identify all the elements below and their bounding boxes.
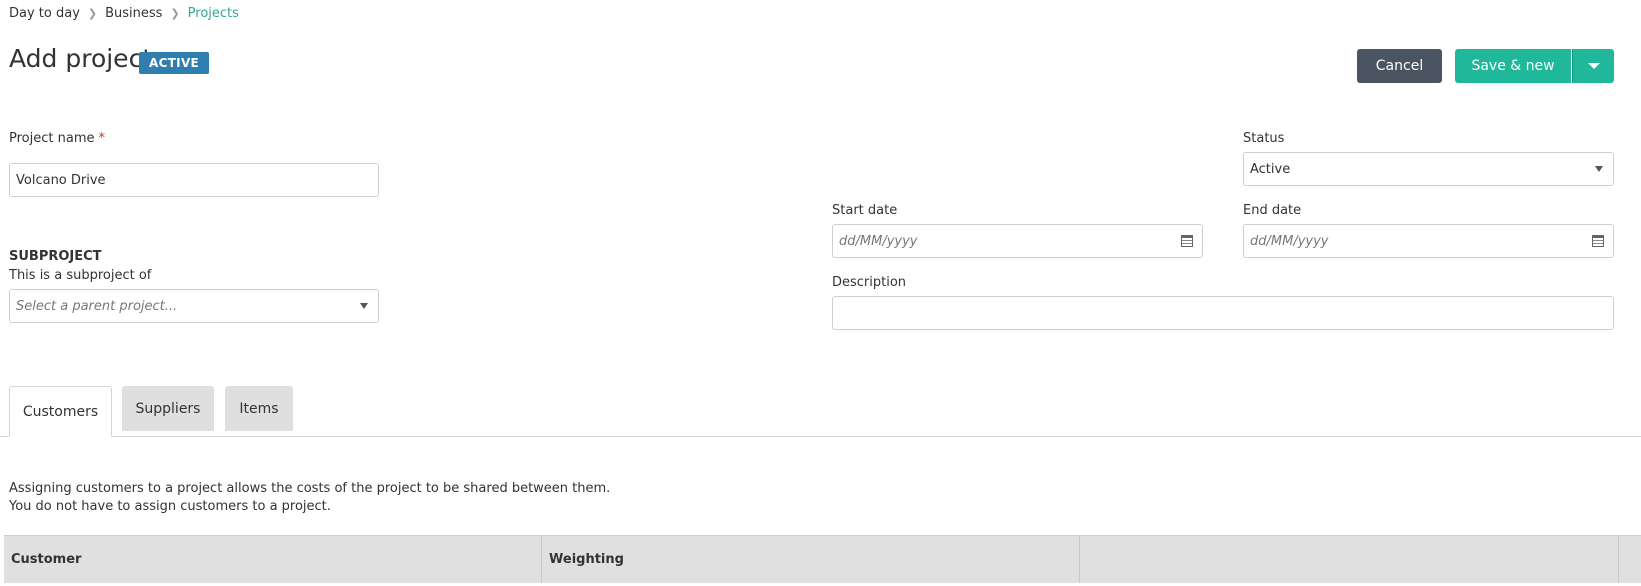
column-header-customer[interactable]: Customer [4,536,542,583]
start-date-placeholder: dd/MM/yyyy [839,233,918,249]
dropdown-arrow-icon [360,303,368,309]
start-date-input[interactable]: dd/MM/yyyy [832,224,1203,258]
parent-project-placeholder: Select a parent project... [16,298,178,314]
calendar-icon[interactable] [1592,235,1604,247]
tab-items[interactable]: Items [225,386,293,431]
cancel-button[interactable]: Cancel [1357,49,1442,83]
customers-info-line-1: Assigning customers to a project allows … [9,481,611,496]
calendar-icon[interactable] [1181,235,1193,247]
required-marker: * [98,131,105,146]
customers-info-text: Assigning customers to a project allows … [9,480,610,516]
end-date-label: End date [1243,203,1302,218]
status-select[interactable]: Active [1243,152,1614,186]
end-date-placeholder: dd/MM/yyyy [1250,233,1329,249]
project-name-label-text: Project name [9,131,95,146]
project-name-input[interactable]: Volcano Drive [9,163,379,197]
tab-customers[interactable]: Customers [9,386,112,437]
caret-down-icon [1587,63,1600,69]
breadcrumb: Day to day ❯ Business ❯ Projects [9,6,239,21]
status-badge: ACTIVE [139,52,210,74]
parent-project-select[interactable]: Select a parent project... [9,289,379,323]
end-date-input[interactable]: dd/MM/yyyy [1243,224,1614,258]
project-name-label: Project name * [9,131,105,146]
save-and-new-button[interactable]: Save & new [1455,49,1571,83]
breadcrumb-day-to-day[interactable]: Day to day [9,6,80,21]
subproject-label: This is a subproject of [9,268,152,283]
status-value: Active [1250,161,1291,177]
start-date-label: Start date [832,203,898,218]
status-label: Status [1243,131,1285,146]
column-header-actions [1080,536,1619,583]
project-name-value: Volcano Drive [16,172,106,188]
column-header-weighting[interactable]: Weighting [542,536,1080,583]
breadcrumb-business[interactable]: Business [105,6,162,21]
description-input[interactable] [832,296,1614,330]
breadcrumb-projects[interactable]: Projects [188,6,239,21]
subproject-section-title: SUBPROJECT [9,249,102,264]
chevron-right-icon: ❯ [87,7,98,20]
tabs-divider [0,436,1641,437]
tab-suppliers[interactable]: Suppliers [122,386,214,431]
chevron-right-icon: ❯ [170,7,180,20]
customers-info-line-2: You do not have to assign customers to a… [9,499,331,514]
page-title: Add project [9,44,153,73]
save-options-dropdown-button[interactable] [1572,49,1614,83]
customers-grid-header: Customer Weighting [4,535,1641,583]
dropdown-arrow-icon [1595,166,1603,172]
description-label: Description [832,275,907,290]
